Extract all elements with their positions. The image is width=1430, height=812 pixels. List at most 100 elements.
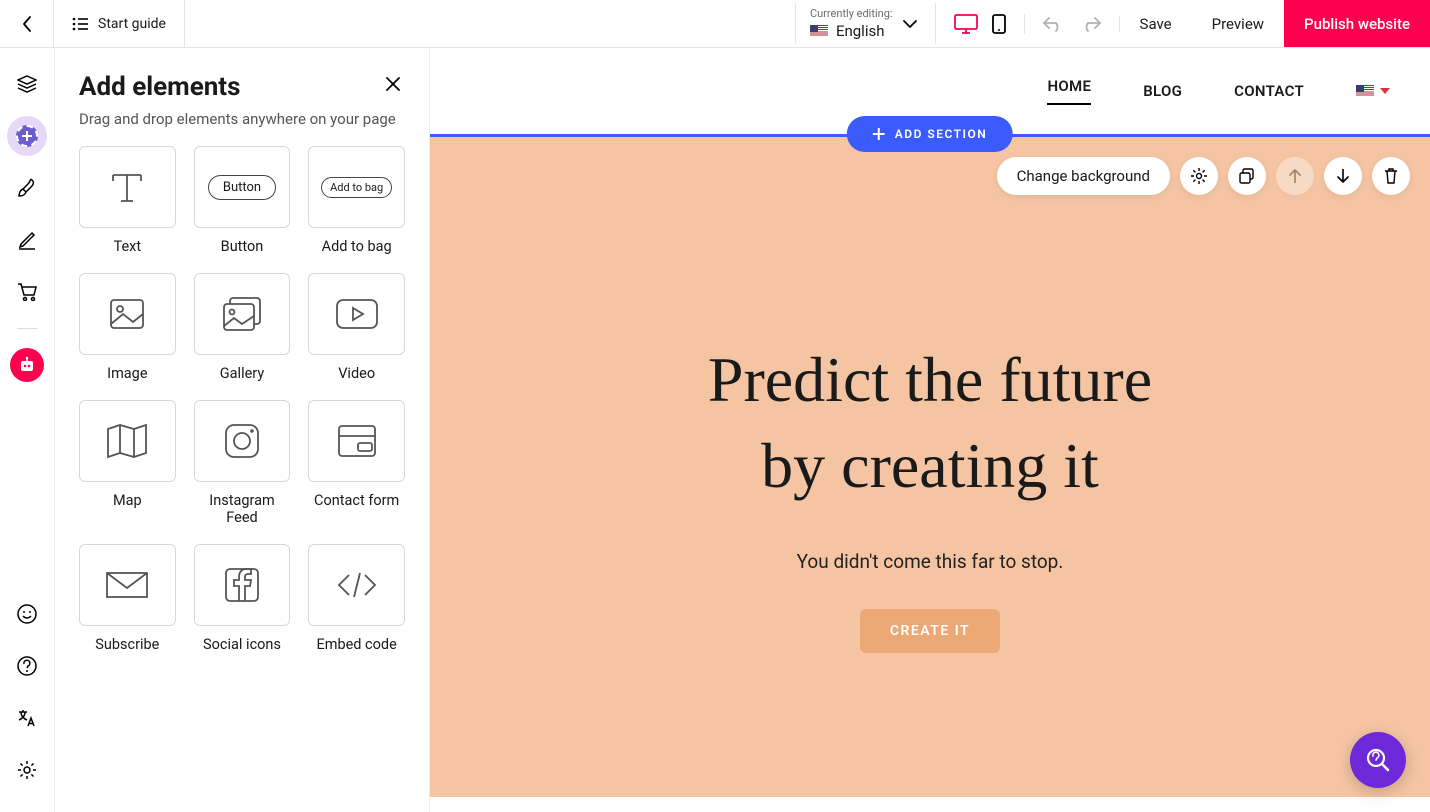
section-settings-button[interactable] <box>1180 157 1218 195</box>
plus-icon <box>873 128 885 140</box>
cart-icon <box>17 283 37 301</box>
element-social-icons[interactable]: Social icons <box>194 544 291 653</box>
desktop-view-button[interactable] <box>954 14 978 34</box>
settings-tool[interactable] <box>7 750 47 790</box>
sections-tool[interactable] <box>7 64 47 104</box>
pen-icon <box>17 230 37 250</box>
element-subscribe[interactable]: Subscribe <box>79 544 176 653</box>
site-language-picker[interactable] <box>1356 85 1390 97</box>
element-gallery[interactable]: Gallery <box>194 273 291 382</box>
element-label: Social icons <box>203 636 281 653</box>
mobile-view-button[interactable] <box>992 14 1006 34</box>
save-label: Save <box>1140 15 1172 33</box>
blog-tool[interactable] <box>7 220 47 260</box>
styles-tool[interactable] <box>7 168 47 208</box>
button-pill: Button <box>208 175 276 200</box>
preview-button[interactable]: Preview <box>1192 0 1284 47</box>
add-element-tool[interactable] <box>7 116 47 156</box>
panel-title: Add elements <box>79 72 240 102</box>
add-section-label: ADD SECTION <box>895 127 987 141</box>
start-guide-button[interactable]: Start guide <box>54 0 185 47</box>
chevron-left-icon <box>22 16 32 32</box>
hero-section[interactable]: Change background Predict the fu <box>430 137 1430 797</box>
preview-label: Preview <box>1212 15 1264 33</box>
element-label: Image <box>107 365 147 382</box>
robot-icon <box>18 356 36 374</box>
element-label: Video <box>338 365 375 382</box>
hero-subtitle[interactable]: You didn't come this far to stop. <box>430 550 1430 573</box>
arrow-up-icon <box>1289 169 1301 183</box>
gear-icon <box>17 760 37 780</box>
video-icon <box>333 296 381 332</box>
envelope-icon <box>102 568 152 602</box>
search-help-icon <box>1365 747 1391 773</box>
add-elements-panel: Add elements Drag and drop elements anyw… <box>55 48 430 812</box>
emoji-tool[interactable] <box>7 594 47 634</box>
nav-home[interactable]: HOME <box>1047 77 1091 105</box>
element-map[interactable]: Map <box>79 400 176 526</box>
add-section-button[interactable]: ADD SECTION <box>847 116 1013 152</box>
element-video[interactable]: Video <box>308 273 405 382</box>
flag-us-icon <box>810 25 828 37</box>
arrow-down-icon <box>1337 169 1349 183</box>
gallery-icon <box>218 292 266 336</box>
element-instagram[interactable]: Instagram Feed <box>194 400 291 526</box>
hero-heading-line1: Predict the future <box>708 344 1152 415</box>
redo-icon <box>1081 16 1101 32</box>
start-guide-label: Start guide <box>98 16 166 32</box>
question-icon <box>17 656 37 676</box>
help-fab[interactable] <box>1350 732 1406 788</box>
translate-tool[interactable] <box>7 698 47 738</box>
nav-blog[interactable]: BLOG <box>1143 82 1182 100</box>
facebook-icon <box>221 564 263 606</box>
store-tool[interactable] <box>7 272 47 312</box>
element-label: Gallery <box>220 365 264 382</box>
element-text[interactable]: Text <box>79 146 176 255</box>
element-label: Button <box>221 238 264 255</box>
form-icon <box>334 421 380 461</box>
add-to-bag-pill: Add to bag <box>321 177 392 198</box>
back-button[interactable] <box>0 0 54 47</box>
save-button[interactable]: Save <box>1120 0 1192 47</box>
chevron-down-icon <box>903 20 917 28</box>
delete-section-button[interactable] <box>1372 157 1410 195</box>
close-panel-button[interactable] <box>381 72 405 96</box>
ai-tool[interactable] <box>7 345 47 385</box>
text-icon <box>105 165 149 209</box>
element-label: Contact form <box>314 492 399 509</box>
flag-us-icon <box>1356 85 1374 97</box>
panel-subtitle: Drag and drop elements anywhere on your … <box>79 110 405 128</box>
element-label: Embed code <box>317 636 397 653</box>
move-section-up-button <box>1276 157 1314 195</box>
language-label: English <box>836 22 885 40</box>
trash-icon <box>1384 168 1398 184</box>
element-label: Instagram Feed <box>194 492 291 526</box>
map-icon <box>104 421 150 461</box>
element-label: Text <box>114 238 142 255</box>
hero-cta-button[interactable]: CREATE IT <box>860 609 1000 653</box>
currently-editing-label: Currently editing: <box>810 7 893 20</box>
help-tool[interactable] <box>7 646 47 686</box>
duplicate-section-button[interactable] <box>1228 157 1266 195</box>
hero-heading[interactable]: Predict the future by creating it <box>430 337 1430 510</box>
language-selector[interactable]: Currently editing: English <box>795 3 936 44</box>
element-embed-code[interactable]: Embed code <box>308 544 405 653</box>
change-background-button[interactable]: Change background <box>997 157 1170 195</box>
element-image[interactable]: Image <box>79 273 176 382</box>
nav-contact[interactable]: CONTACT <box>1234 82 1304 100</box>
layers-icon <box>17 75 37 93</box>
element-contact-form[interactable]: Contact form <box>308 400 405 526</box>
undo-button[interactable] <box>1043 16 1063 32</box>
hero-heading-line2: by creating it <box>761 430 1099 501</box>
element-label: Map <box>113 492 142 509</box>
publish-button[interactable]: Publish website <box>1284 0 1430 47</box>
publish-label: Publish website <box>1304 15 1410 33</box>
element-button[interactable]: Button Button <box>194 146 291 255</box>
element-label: Add to bag <box>322 238 392 255</box>
element-label: Subscribe <box>95 636 159 653</box>
redo-button[interactable] <box>1081 16 1101 32</box>
element-add-to-bag[interactable]: Add to bag Add to bag <box>308 146 405 255</box>
change-background-label: Change background <box>1017 167 1150 185</box>
move-section-down-button[interactable] <box>1324 157 1362 195</box>
brush-icon <box>17 178 37 198</box>
